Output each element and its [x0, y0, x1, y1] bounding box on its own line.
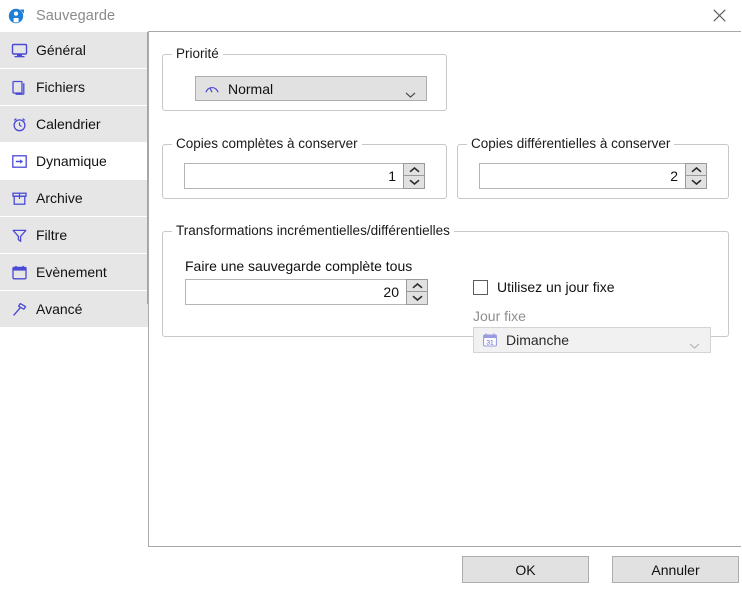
monitor-icon [10, 41, 28, 59]
window-title: Sauvegarde [36, 8, 116, 24]
sidebar-empty-area [0, 336, 148, 590]
sidebar-item-calendrier[interactable]: Calendrier [0, 106, 148, 143]
sidebar-item-evenement[interactable]: Evènement [0, 254, 148, 291]
sidebar-item-label: Fichiers [36, 79, 86, 95]
chevron-down-icon [689, 337, 700, 349]
sidebar-item-fichiers[interactable]: Fichiers [0, 69, 148, 106]
fixed-day-label: Jour fixe [473, 308, 526, 324]
calendar-icon [10, 263, 28, 281]
funnel-icon [10, 226, 28, 244]
sidebar-item-general[interactable]: Général [0, 32, 148, 69]
chevron-down-icon[interactable] [406, 292, 428, 305]
chevron-down-icon[interactable] [403, 176, 425, 189]
priority-combo[interactable]: Normal [195, 76, 427, 101]
full-backup-value[interactable]: 20 [185, 279, 406, 305]
diff-copies-group-title: Copies différentielles à conserver [467, 136, 675, 151]
diff-copies-spin-buttons [685, 163, 707, 189]
archive-box-icon [10, 189, 28, 207]
transformations-group-title: Transformations incrémentielles/différen… [172, 223, 454, 238]
sidebar-item-filtre[interactable]: Filtre [0, 217, 148, 254]
hammer-icon [10, 300, 28, 318]
chevron-down-icon[interactable] [685, 176, 707, 189]
calendar-31-icon: 31 [481, 332, 498, 349]
transformations-group: Transformations incrémentielles/différen… [162, 223, 729, 353]
sidebar-item-label: Archive [36, 190, 83, 206]
full-copies-spinner[interactable]: 1 [184, 163, 425, 189]
full-copies-spin-buttons [403, 163, 425, 189]
sidebar-item-label: Filtre [36, 227, 68, 243]
full-copies-value[interactable]: 1 [184, 163, 403, 189]
priority-group-title: Priorité [172, 46, 223, 61]
full-copies-group: Copies complètes à conserver 1 [162, 136, 447, 199]
chevron-down-icon [405, 85, 416, 98]
sidebar-item-avance[interactable]: Avancé [0, 291, 148, 328]
chevron-up-icon[interactable] [685, 163, 707, 176]
diff-copies-value[interactable]: 2 [479, 163, 685, 189]
sidebar-item-label: Calendrier [36, 116, 101, 132]
cancel-button[interactable]: Annuler [612, 556, 739, 583]
sidebar-item-archive[interactable]: Archive [0, 180, 148, 217]
fixed-day-combo-value: Dimanche [506, 332, 570, 348]
full-backup-spin-buttons [406, 279, 428, 305]
sidebar-item-dynamique[interactable]: Dynamique [0, 143, 148, 180]
chevron-up-icon[interactable] [406, 279, 428, 292]
chevron-up-icon[interactable] [403, 163, 425, 176]
fixed-day-combo[interactable]: 31 Dimanche [473, 327, 711, 353]
alarm-clock-icon [10, 115, 28, 133]
fixed-day-checkbox-label: Utilisez un jour fixe [497, 279, 615, 295]
titlebar: Sauvegarde [0, 0, 742, 32]
fixed-day-checkbox[interactable]: Utilisez un jour fixe [473, 279, 615, 295]
checkbox-box[interactable] [473, 279, 488, 295]
files-icon [10, 78, 28, 96]
sidebar: Général Fichiers Calendrier Dynamique Ar… [0, 32, 148, 590]
diff-copies-spinner[interactable]: 2 [479, 163, 707, 189]
cancel-button-label: Annuler [651, 561, 700, 578]
sidebar-item-label: Général [36, 42, 86, 58]
priority-combo-value: Normal [228, 80, 274, 97]
full-copies-group-title: Copies complètes à conserver [172, 136, 362, 151]
content-panel: Priorité Normal Copies complètes à conse… [148, 31, 741, 547]
diff-copies-group: Copies différentielles à conserver 2 [457, 136, 729, 199]
sidebar-item-label: Avancé [36, 301, 83, 317]
ok-button-label: OK [515, 561, 536, 578]
gauge-icon [203, 80, 220, 97]
close-icon[interactable] [696, 0, 742, 31]
arrow-box-icon [10, 152, 28, 170]
sidebar-item-label: Evènement [36, 264, 107, 280]
sidebar-item-label: Dynamique [36, 153, 107, 169]
full-backup-spinner[interactable]: 20 [185, 279, 428, 305]
ok-button[interactable]: OK [462, 556, 589, 583]
full-backup-label: Faire une sauvegarde complète tous [185, 258, 413, 274]
save-disk-icon [7, 6, 27, 26]
priority-group: Priorité Normal [162, 46, 447, 111]
svg-text:31: 31 [486, 339, 494, 346]
